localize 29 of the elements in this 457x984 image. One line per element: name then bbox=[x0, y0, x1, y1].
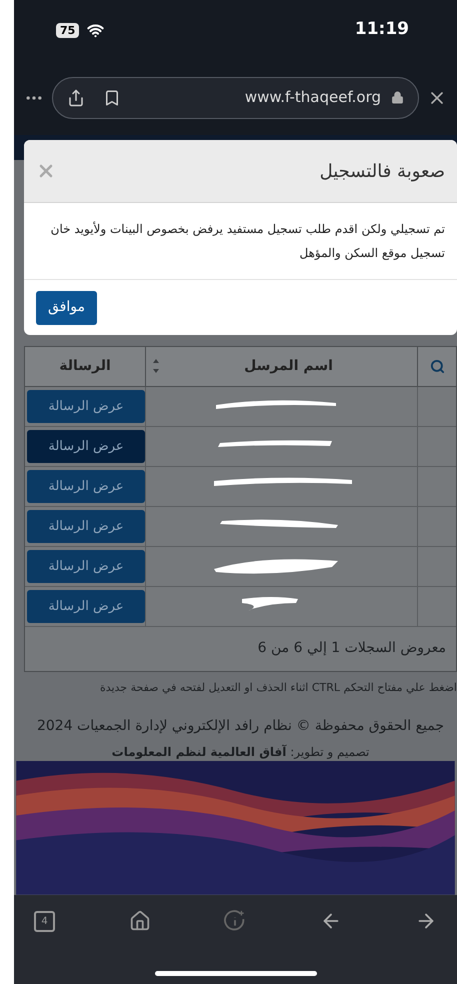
address-bar[interactable]: www.f-thaqeef.org bbox=[52, 76, 419, 118]
view-message-button[interactable]: عرض الرسالة bbox=[27, 470, 145, 503]
view-message-button[interactable]: عرض الرسالة bbox=[27, 390, 145, 423]
ok-button[interactable]: موافق bbox=[36, 290, 97, 324]
tabs-button[interactable]: 4 bbox=[34, 910, 55, 932]
column-header: الرسالة bbox=[59, 356, 111, 376]
wifi-icon bbox=[87, 22, 104, 38]
dialog-message: تم تسجيلي ولكن اقدم طلب تسجيل مستفيد يرفض بخصوص البينات ولأيويد خان تسجيل موقع السكن والمؤهل bbox=[50, 220, 445, 262]
view-message-button[interactable]: عرض الرسالة bbox=[27, 510, 145, 543]
info-sparkle-icon[interactable] bbox=[224, 910, 246, 932]
credit-text: تصميم و تطوير: آفاق العالمية لنظم المعلومات bbox=[110, 744, 370, 762]
dialog-title: صعوبة فالتسجيل bbox=[320, 160, 445, 184]
column-header[interactable]: اسم المرسل bbox=[160, 356, 417, 377]
share-icon[interactable] bbox=[67, 88, 85, 106]
clock-time: 11:19 bbox=[354, 18, 409, 42]
view-message-button[interactable]: عرض الرسالة bbox=[27, 590, 145, 623]
records-info: معروض السجلات 1 إلي 6 من 6 bbox=[258, 639, 446, 658]
search-icon[interactable] bbox=[430, 358, 444, 374]
view-message-button[interactable]: عرض الرسالة bbox=[27, 430, 145, 463]
ctrl-hint-text: اضغط علي مفتاح التحكم CTRL اثناء الحذف او التعديل لفتحه في صفحة جديدة bbox=[98, 680, 457, 696]
view-message-button[interactable]: عرض الرسالة bbox=[27, 550, 145, 583]
sort-icon[interactable] bbox=[152, 357, 160, 376]
home-icon[interactable] bbox=[128, 910, 150, 932]
url-text: www.f-thaqeef.org bbox=[244, 87, 381, 108]
bookmark-icon[interactable] bbox=[103, 88, 121, 106]
copyright-text: جميع الحقوق محفوظة © نظام رافد الإلكتروني لإدارة الجمعيات 2024 bbox=[36, 717, 446, 736]
redaction-scribble-drawing bbox=[242, 597, 298, 612]
battery-indicator: 75 bbox=[56, 22, 80, 38]
lock-icon bbox=[391, 91, 404, 104]
